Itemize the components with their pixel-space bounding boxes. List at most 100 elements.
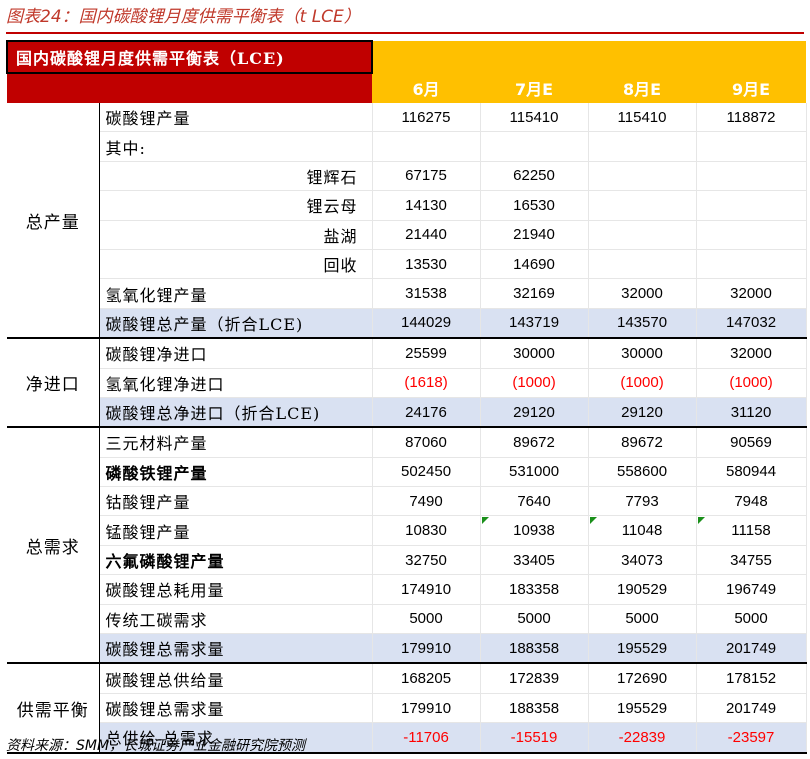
value-text: (1000): [512, 374, 556, 392]
value-cell: 531000: [480, 457, 589, 488]
value-text: 29120: [513, 403, 555, 421]
value-text: 183358: [508, 580, 560, 598]
supply-demand-table: 国内碳酸锂月度供需平衡表（LCE) 6月 7月E 8月E 9月E 总产量 碳酸锂产…: [5, 40, 807, 754]
value-cell: 147032: [696, 308, 807, 340]
value-cell: 5000: [480, 604, 589, 635]
value-text: 11158: [731, 522, 771, 540]
value-cell: 7793: [588, 486, 697, 517]
value-cell: 168205: [372, 663, 481, 694]
value-text: 172690: [616, 670, 668, 688]
value-cell: 10938: [480, 515, 589, 546]
value-cell: 580944: [696, 457, 807, 488]
value-cell: 195529: [588, 633, 697, 665]
group-label: 净进口: [7, 338, 100, 429]
value-text: 62250: [513, 167, 555, 185]
value-cell: 16530: [480, 190, 589, 221]
value-text: 89672: [513, 433, 555, 451]
row-label: 传统工碳需求: [99, 604, 373, 635]
value-text: 21940: [513, 226, 555, 244]
value-cell: 25599: [372, 338, 481, 369]
value-cell: 179910: [372, 693, 481, 724]
value-cell: [588, 190, 697, 221]
row-label: 盐湖: [99, 220, 373, 250]
value-cell: 115410: [480, 103, 589, 133]
value-text: 179910: [400, 699, 452, 717]
value-cell: 32750: [372, 545, 481, 576]
value-text: 188358: [508, 639, 560, 657]
value-text: 5000: [734, 610, 768, 628]
value-cell: [696, 190, 807, 221]
value-cell: 558600: [588, 457, 697, 488]
value-text: 201749: [725, 639, 777, 657]
value-cell: 32000: [588, 278, 697, 309]
value-cell: 116275: [372, 103, 481, 133]
group-label: 总需求: [7, 427, 100, 665]
row-label: 锂辉石: [99, 161, 373, 192]
value-text: 179910: [400, 639, 452, 657]
value-text: 10830: [405, 522, 447, 540]
value-text: 7490: [409, 492, 443, 510]
value-text: 195529: [616, 699, 668, 717]
row-label: 碳酸锂总耗用量: [99, 574, 373, 605]
value-text: 25599: [405, 344, 447, 362]
row-label: 氢氧化锂净进口: [99, 368, 373, 398]
value-text: 34755: [730, 551, 772, 569]
value-cell: 118872: [696, 103, 807, 133]
value-cell: [588, 220, 697, 250]
value-text: 30000: [621, 344, 663, 362]
value-cell: 13530: [372, 249, 481, 280]
value-text: 174910: [400, 580, 452, 598]
value-text: 32750: [405, 551, 447, 569]
source-note: 资料来源：SMM，长城证券产业金融研究院预测: [6, 738, 306, 754]
value-cell: 172690: [588, 663, 697, 694]
value-cell: (1618): [372, 368, 481, 398]
value-cell: 502450: [372, 457, 481, 488]
table-row: 磷酸铁锂产量 502450 531000 558600 580944: [7, 457, 807, 488]
value-text: 143570: [616, 314, 668, 332]
table-row: 盐湖 21440 21940: [7, 220, 807, 250]
column-header: 9月E: [696, 73, 807, 103]
value-cell: 115410: [588, 103, 697, 133]
value-cell: [588, 249, 697, 280]
value-cell: 30000: [480, 338, 589, 369]
row-label: 回收: [99, 249, 373, 280]
value-cell: 21940: [480, 220, 589, 250]
table-row: 钴酸锂产量 7490 7640 7793 7948: [7, 486, 807, 517]
value-cell: 33405: [480, 545, 589, 576]
value-text: 89672: [621, 433, 663, 451]
value-cell: 143570: [588, 308, 697, 340]
value-text: 11048: [621, 522, 663, 540]
value-text: 5000: [409, 610, 443, 628]
value-cell: 179910: [372, 633, 481, 665]
table-row: 碳酸锂总需求量 179910 188358 195529 201749: [7, 693, 807, 724]
value-cell: 67175: [372, 161, 481, 192]
value-cell: 7640: [480, 486, 589, 517]
table-row: 锂云母 14130 16530: [7, 190, 807, 221]
value-text: 196749: [725, 580, 777, 598]
value-text: 21440: [405, 226, 447, 244]
value-cell: [696, 131, 807, 162]
value-text: 29120: [621, 403, 663, 421]
value-text: 7640: [517, 492, 551, 510]
row-label: 碳酸锂净进口: [99, 338, 373, 369]
value-text: 502450: [400, 463, 452, 481]
value-cell: 188358: [480, 693, 589, 724]
value-text: 16530: [513, 196, 555, 214]
row-label: 六氟磷酸锂产量: [99, 545, 373, 576]
value-text: -23597: [727, 728, 775, 746]
value-cell: 29120: [480, 397, 589, 429]
value-text: 188358: [508, 699, 560, 717]
value-text: 32169: [513, 285, 555, 303]
value-cell: 34073: [588, 545, 697, 576]
comment-marker-icon: [697, 517, 705, 525]
value-cell: 32000: [696, 338, 807, 369]
value-text: 31120: [730, 403, 772, 421]
value-text: 147032: [725, 314, 777, 332]
value-text: 32000: [621, 285, 663, 303]
column-header: 6月: [372, 73, 481, 103]
row-label: 三元材料产量: [99, 427, 373, 458]
value-cell: 174910: [372, 574, 481, 605]
row-label: 碳酸锂总供给量: [99, 663, 373, 694]
value-cell: 7490: [372, 486, 481, 517]
row-label: 碳酸锂总需求量: [99, 633, 373, 665]
